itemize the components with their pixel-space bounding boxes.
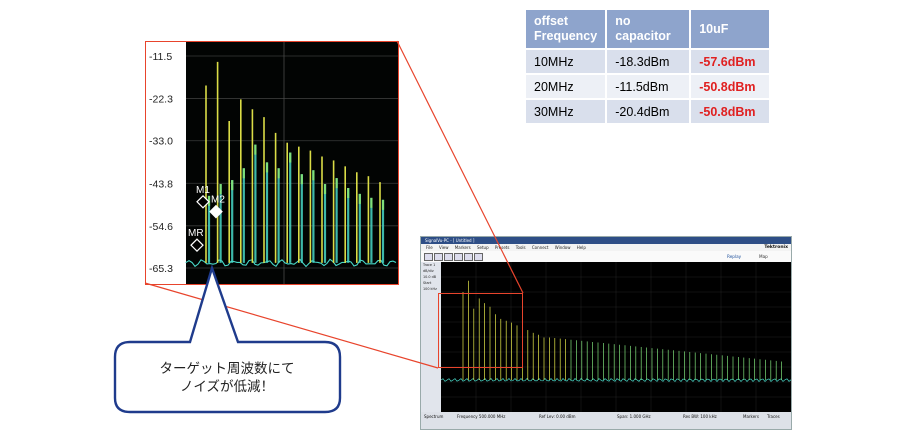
callout-text: ターゲット周波数にて ノイズが低減！ bbox=[118, 360, 336, 396]
callout-line-2: ノイズが低減！ bbox=[179, 379, 275, 395]
callout-line-1: ターゲット周波数にて bbox=[159, 361, 295, 377]
